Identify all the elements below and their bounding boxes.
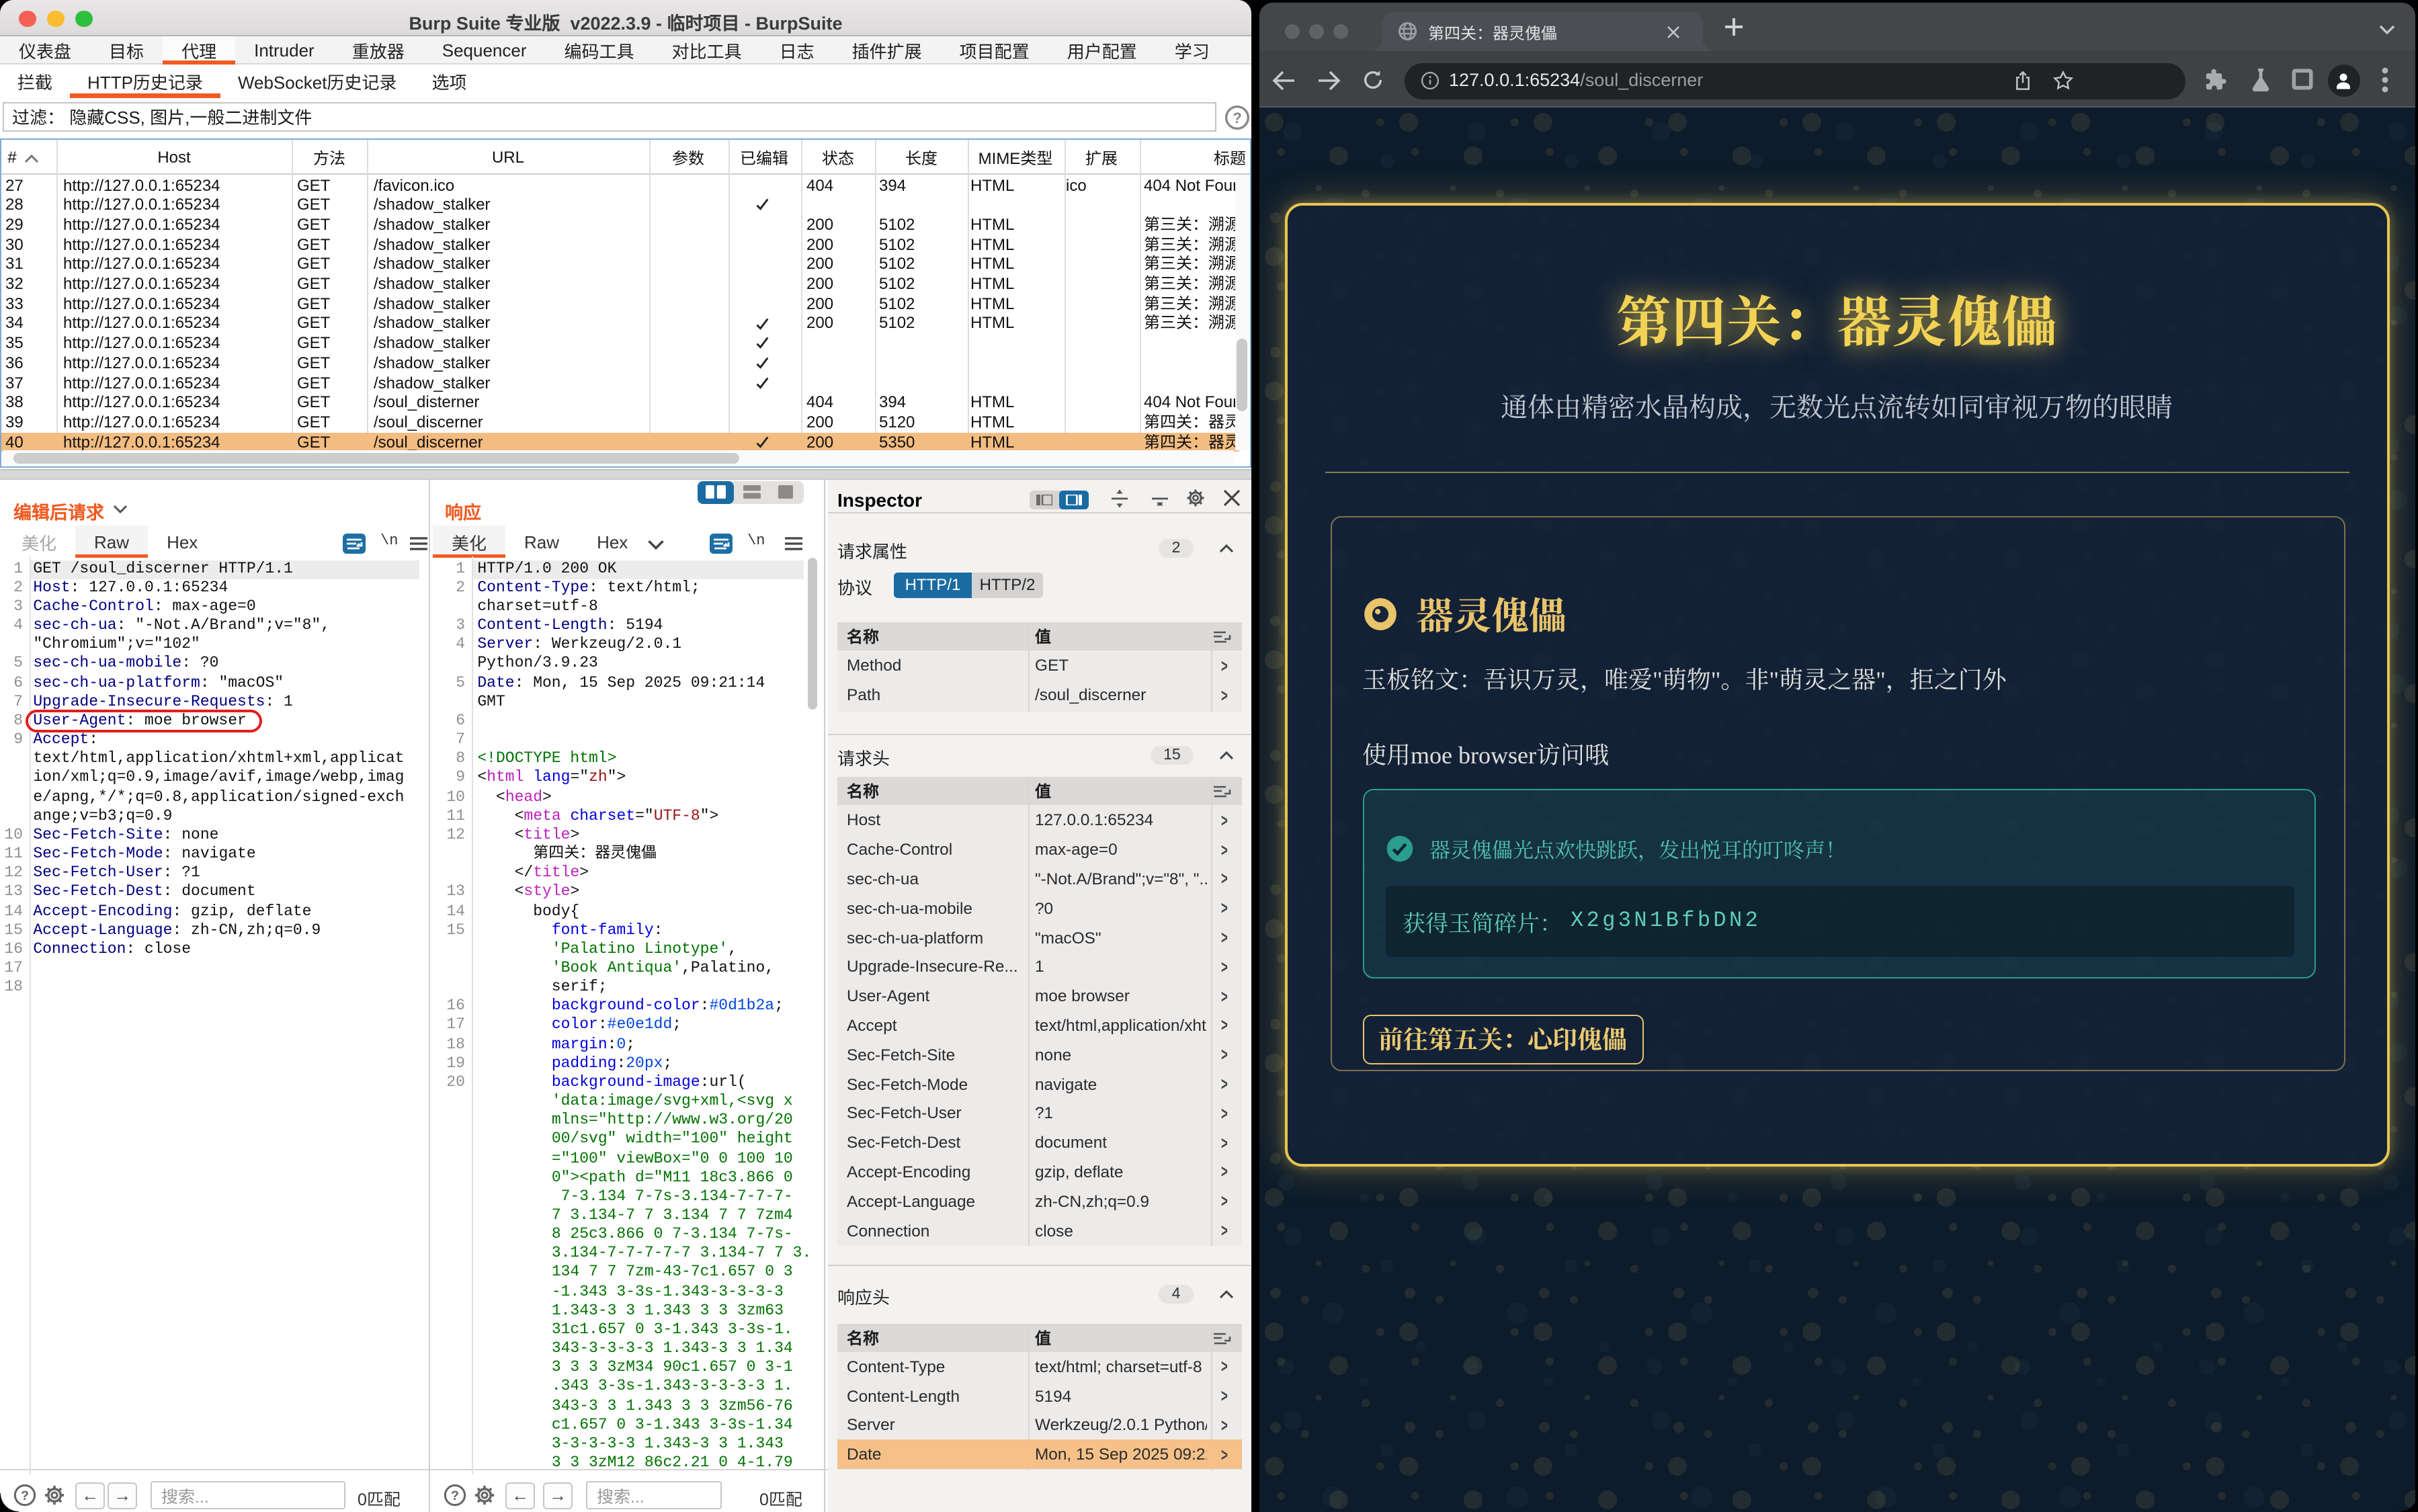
svg-text:?: ? bbox=[1233, 110, 1241, 126]
svg-text:?: ? bbox=[451, 1488, 459, 1503]
svg-text:?: ? bbox=[21, 1488, 29, 1503]
